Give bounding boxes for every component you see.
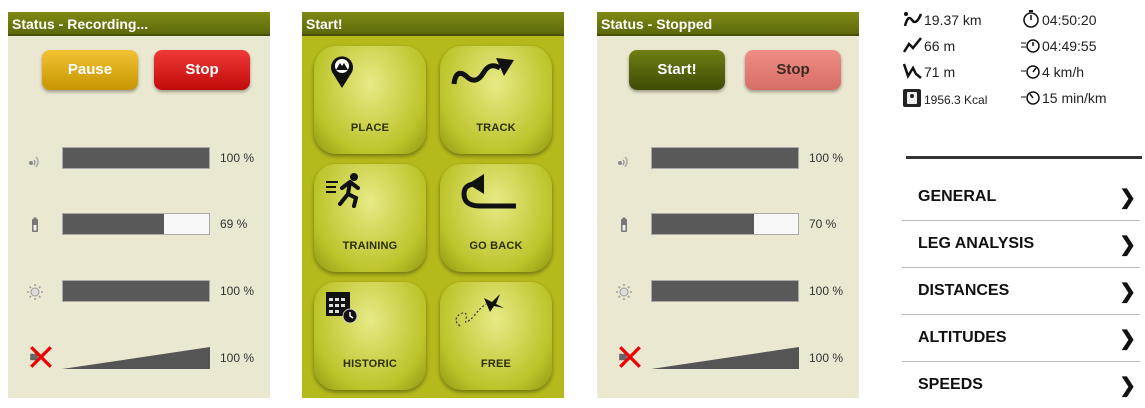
recording-title-bar: Status - Recording... xyxy=(8,12,270,36)
chevron-right-icon: ❯ xyxy=(1119,187,1136,209)
gps-signal-icon xyxy=(29,156,39,168)
volume-meter: 100 % xyxy=(597,344,859,374)
menu-item-label: SPEEDS xyxy=(918,376,983,393)
menu-item-distances[interactable]: DISTANCES ❯ xyxy=(902,268,1140,315)
menu-item-label: LEG ANALYSIS xyxy=(918,235,1035,252)
menu-item-label: DISTANCES xyxy=(918,282,1010,299)
gps-signal-bar xyxy=(62,147,210,169)
gps-signal-meter: 100 % xyxy=(8,144,270,174)
brightness-meter: 100 % xyxy=(8,277,270,307)
menu-item-speeds[interactable]: SPEEDS ❯ xyxy=(902,362,1140,408)
recording-status-panel: Status - Recording... Pause Stop 100 % 6… xyxy=(8,12,270,398)
brightness-bar xyxy=(651,280,799,302)
calories-stat: 1956.3 Kcal xyxy=(902,89,987,111)
ascent-stat: 66 m xyxy=(902,36,955,58)
start-menu-panel: Start! PLACE TRACK TRAINING GO BACK HIST… xyxy=(302,12,564,398)
chevron-right-icon: ❯ xyxy=(1119,281,1136,303)
stopped-title: Status - Stopped xyxy=(601,16,713,32)
historic-calendar-icon xyxy=(326,292,358,324)
stopped-status-panel: Status - Stopped Start! Stop 100 % 70 % … xyxy=(597,12,859,398)
training-label: TRAINING xyxy=(342,240,398,252)
stopwatch-icon xyxy=(1023,10,1039,28)
battery-percent: 70 % xyxy=(809,217,837,231)
pace-icon xyxy=(1021,91,1040,105)
free-bird-icon xyxy=(455,294,504,327)
gps-signal-bar xyxy=(651,147,799,169)
chevron-right-icon: ❯ xyxy=(1119,375,1136,397)
start-title: Start! xyxy=(306,16,343,32)
gps-signal-meter: 100 % xyxy=(597,144,859,174)
training-runner-icon xyxy=(326,173,360,208)
menu-item-label: GENERAL xyxy=(918,188,997,205)
calories-scale-icon xyxy=(903,89,921,107)
menu-item-leg-analysis[interactable]: LEG ANALYSIS ❯ xyxy=(902,221,1140,268)
battery-bar xyxy=(62,213,210,235)
gps-signal-icon xyxy=(618,156,628,168)
track-label: TRACK xyxy=(476,122,516,134)
battery-meter: 69 % xyxy=(8,210,270,240)
place-label: PLACE xyxy=(350,122,390,134)
track-icon xyxy=(451,58,514,85)
track-tile[interactable]: TRACK xyxy=(440,46,552,154)
section-divider xyxy=(906,156,1142,159)
menu-item-label: ALTITUDES xyxy=(918,329,1007,346)
place-tile[interactable]: PLACE xyxy=(314,46,426,154)
recording-title: Status - Recording... xyxy=(12,16,149,32)
brightness-percent: 100 % xyxy=(220,284,255,298)
historic-tile[interactable]: HISTORIC xyxy=(314,282,426,390)
battery-bar xyxy=(651,213,799,235)
go-back-label: GO BACK xyxy=(469,240,523,252)
track-stats-panel: 19.37 km 04:50:20 66 m 04:49:55 71 m 4 k… xyxy=(902,0,1145,398)
descent-icon xyxy=(902,63,922,79)
historic-label: HISTORIC xyxy=(343,358,397,370)
pause-button[interactable]: Pause xyxy=(42,50,138,90)
brightness-bar xyxy=(62,280,210,302)
chevron-right-icon: ❯ xyxy=(1119,328,1136,350)
volume-percent: 100 % xyxy=(220,351,255,365)
battery-icon xyxy=(32,217,38,232)
stopped-title-bar: Status - Stopped xyxy=(597,12,859,36)
brightness-icon xyxy=(27,284,43,300)
go-back-tile[interactable]: GO BACK xyxy=(440,164,552,272)
total-time-stat: 04:50:20 xyxy=(1020,10,1097,32)
volume-meter: 100 % xyxy=(8,344,270,374)
pace-stat: 15 min/km xyxy=(1020,88,1107,110)
distance-stat: 19.37 km xyxy=(902,10,982,32)
volume-bar[interactable] xyxy=(62,347,210,369)
chevron-right-icon: ❯ xyxy=(1119,234,1136,256)
brightness-percent: 100 % xyxy=(809,284,844,298)
gps-signal-percent: 100 % xyxy=(220,151,255,165)
volume-bar[interactable] xyxy=(651,347,799,369)
brightness-icon xyxy=(616,284,632,300)
descent-stat: 71 m xyxy=(902,62,955,84)
start-button[interactable]: Start! xyxy=(629,50,725,90)
ascent-icon xyxy=(902,37,922,53)
training-tile[interactable]: TRAINING xyxy=(314,164,426,272)
distance-icon xyxy=(903,12,923,27)
volume-muted-icon[interactable] xyxy=(617,344,643,370)
battery-icon xyxy=(621,217,627,232)
start-title-bar: Start! xyxy=(302,12,564,36)
menu-item-altitudes[interactable]: ALTITUDES ❯ xyxy=(902,315,1140,362)
speedometer-icon xyxy=(1021,65,1040,79)
battery-percent: 69 % xyxy=(220,217,248,231)
brightness-meter: 100 % xyxy=(597,277,859,307)
moving-time-icon xyxy=(1021,39,1040,53)
volume-percent: 100 % xyxy=(809,351,844,365)
volume-muted-icon[interactable] xyxy=(28,344,54,370)
menu-item-general[interactable]: GENERAL ❯ xyxy=(902,174,1140,221)
moving-time-stat: 04:49:55 xyxy=(1020,36,1097,58)
speed-stat: 4 km/h xyxy=(1020,62,1084,84)
go-back-icon xyxy=(461,174,516,209)
stop-button-disabled[interactable]: Stop xyxy=(745,50,841,90)
free-label: FREE xyxy=(480,358,512,370)
place-pin-icon xyxy=(331,56,353,88)
free-tile[interactable]: FREE xyxy=(440,282,552,390)
stop-button[interactable]: Stop xyxy=(154,50,250,90)
gps-signal-percent: 100 % xyxy=(809,151,844,165)
battery-meter: 70 % xyxy=(597,210,859,240)
